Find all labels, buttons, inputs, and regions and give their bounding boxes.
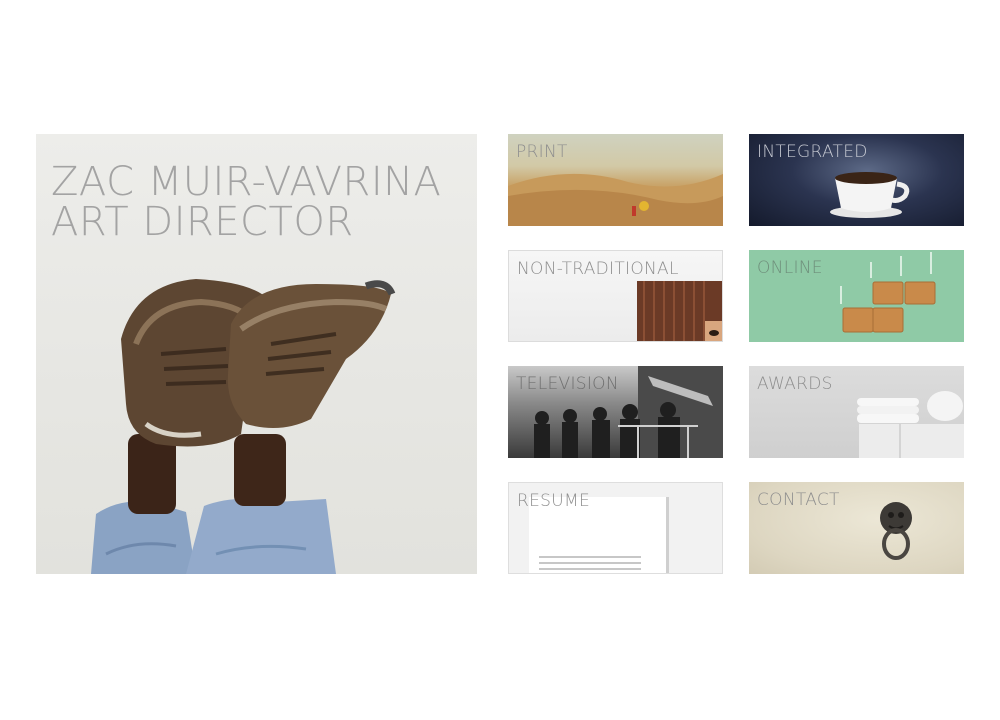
hero-title: ZAC MUIR-VAVRINA ART DIRECTOR bbox=[51, 162, 441, 242]
tile-label: INTEGRATED bbox=[757, 142, 868, 162]
tile-label: PRINT bbox=[516, 142, 568, 162]
tile-label: AWARDS bbox=[757, 374, 833, 394]
tile-integrated[interactable]: INTEGRATED bbox=[749, 134, 964, 226]
tile-label: RESUME bbox=[517, 491, 590, 511]
tile-contact[interactable]: CONTACT bbox=[749, 482, 964, 574]
tile-label: NON-TRADITIONAL bbox=[517, 259, 679, 279]
tile-label: CONTACT bbox=[757, 490, 840, 510]
tile-label: TELEVISION bbox=[516, 374, 619, 394]
tile-label: ONLINE bbox=[757, 258, 823, 278]
tile-print[interactable]: PRINT bbox=[508, 134, 723, 226]
designer-name: ZAC MUIR-VAVRINA bbox=[51, 159, 442, 205]
tile-online[interactable]: ONLINE bbox=[749, 250, 964, 342]
tile-television[interactable]: TELEVISION bbox=[508, 366, 723, 458]
hero-panel: ZAC MUIR-VAVRINA ART DIRECTOR bbox=[36, 134, 477, 574]
tile-awards[interactable]: AWARDS bbox=[749, 366, 964, 458]
tile-non-traditional[interactable]: NON-TRADITIONAL bbox=[508, 250, 723, 342]
tile-resume[interactable]: RESUME bbox=[508, 482, 723, 574]
designer-role: ART DIRECTOR bbox=[51, 199, 354, 245]
